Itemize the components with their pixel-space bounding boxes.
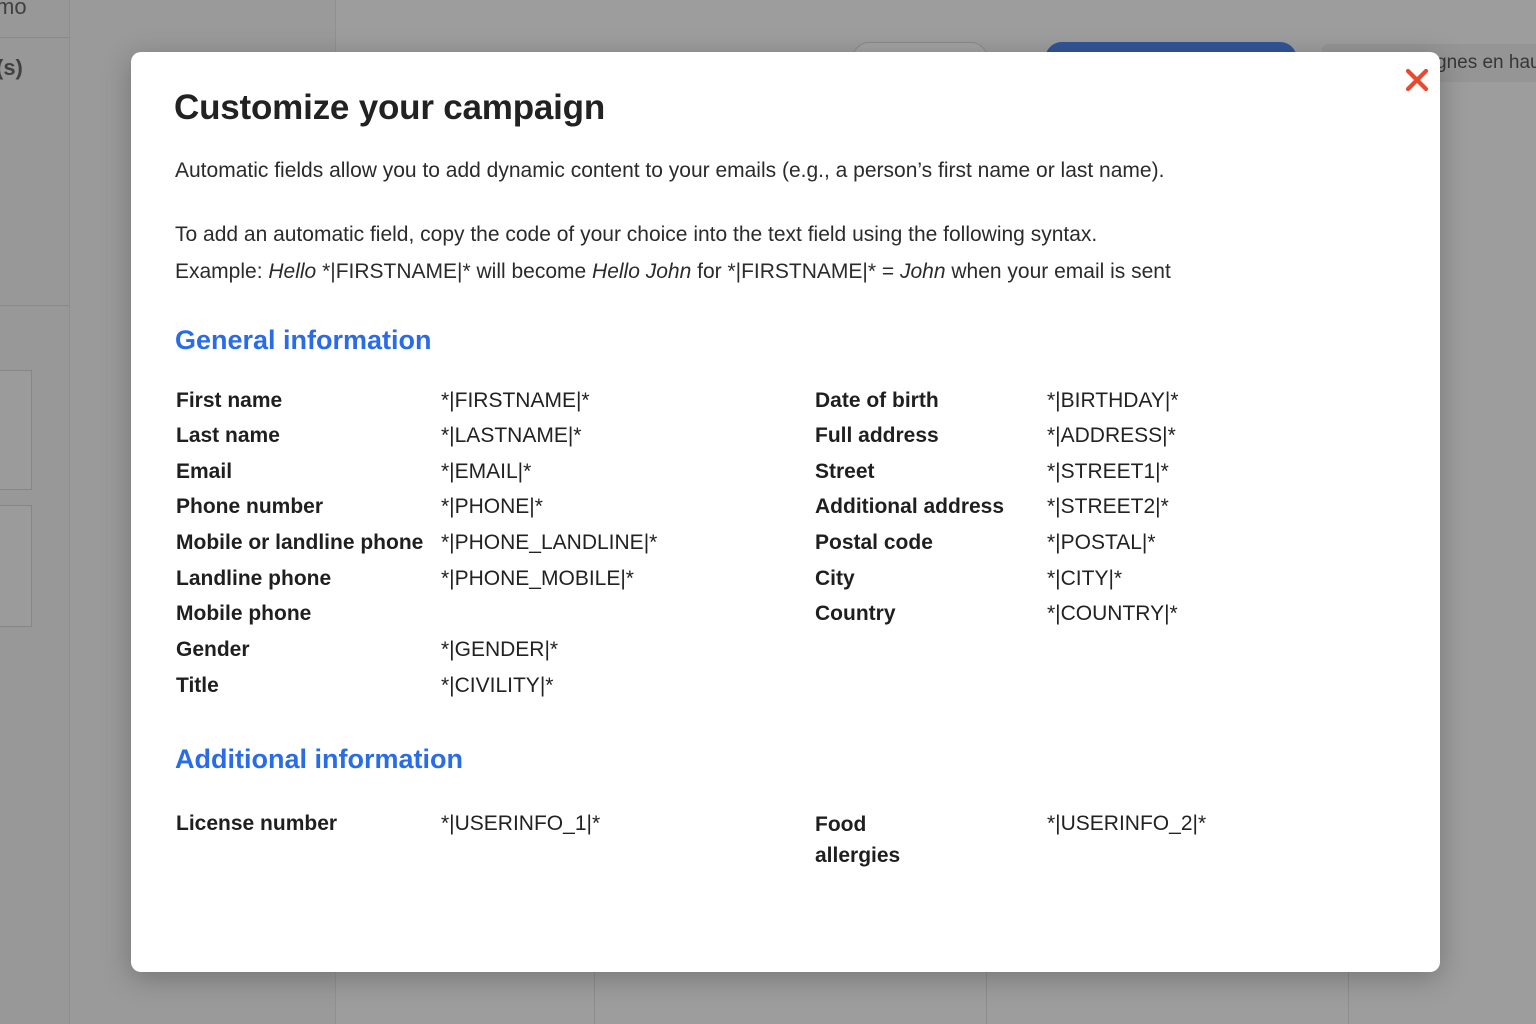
field-code-birthday[interactable]: *|BIRTHDAY|*: [1047, 388, 1179, 414]
example-suffix: when your email is sent: [945, 260, 1171, 283]
field-label-phone-number: Phone number: [176, 495, 324, 518]
field-code-city[interactable]: *|CITY|*: [1047, 566, 1122, 592]
field-label-street: Street: [815, 460, 875, 483]
field-code-street2[interactable]: *|STREET2|*: [1047, 494, 1169, 520]
field-code-lastname[interactable]: *|LASTNAME|*: [441, 423, 581, 449]
syntax-line: To add an automatic field, copy the code…: [175, 223, 1098, 246]
field-code-firstname[interactable]: *|FIRSTNAME|*: [441, 388, 590, 414]
field-code-country[interactable]: *|COUNTRY|*: [1047, 601, 1178, 627]
syntax-example: Example: Hello *|FIRSTNAME|* will become…: [175, 253, 1355, 290]
customize-campaign-modal: Customize your campaign Automatic fields…: [131, 52, 1440, 972]
example-john: John: [899, 260, 946, 283]
field-label-email: Email: [176, 460, 233, 483]
field-code-address[interactable]: *|ADDRESS|*: [1047, 423, 1176, 449]
field-code-gender[interactable]: *|GENDER|*: [441, 637, 558, 663]
field-label-first-name: First name: [176, 389, 283, 412]
field-code-phone[interactable]: *|PHONE|*: [441, 494, 543, 520]
field-label-last-name: Last name: [176, 424, 280, 447]
field-code-email[interactable]: *|EMAIL|*: [441, 459, 531, 485]
field-label-postal-code: Postal code: [815, 531, 933, 554]
additional-information-heading: Additional information: [175, 744, 463, 774]
example-prefix: Example:: [175, 260, 269, 283]
field-label-mobile-phone: Mobile phone: [176, 602, 312, 625]
example-hello: Hello: [268, 260, 317, 283]
field-code-civility[interactable]: *|CIVILITY|*: [441, 673, 553, 699]
field-label-landline-phone: Landline phone: [176, 567, 332, 590]
field-label-gender: Gender: [176, 638, 250, 661]
field-label-date-of-birth: Date of birth: [815, 389, 939, 412]
field-label-mobile-or-landline: Mobile or landline phone: [176, 531, 424, 554]
field-code-userinfo-1[interactable]: *|USERINFO_1|*: [441, 811, 600, 837]
field-label-food-allergies: Food allergies: [815, 813, 901, 867]
general-information-heading: General information: [175, 325, 432, 355]
intro-text: Automatic fields allow you to add dynami…: [175, 159, 1165, 182]
syntax-instructions: To add an automatic field, copy the code…: [175, 216, 1355, 290]
field-label-license-number: License number: [176, 812, 338, 835]
field-label-full-address: Full address: [815, 424, 939, 447]
field-label-title: Title: [176, 674, 219, 697]
field-code-street1[interactable]: *|STREET1|*: [1047, 459, 1169, 485]
example-hello-john: Hello John: [592, 260, 692, 283]
field-label-city: City: [815, 567, 855, 590]
field-label-country: Country: [815, 602, 896, 625]
field-code-userinfo-2[interactable]: *|USERINFO_2|*: [1047, 811, 1206, 837]
field-code-phone-landline[interactable]: *|PHONE_LANDLINE|*: [441, 530, 657, 556]
modal-title: Customize your campaign: [174, 88, 606, 127]
example-for: for *|FIRSTNAME|* =: [691, 260, 900, 283]
close-button[interactable]: [1401, 64, 1433, 96]
close-x-icon: [1405, 68, 1429, 92]
example-code: *|FIRSTNAME|*: [316, 260, 477, 283]
field-code-phone-mobile[interactable]: *|PHONE_MOBILE|*: [441, 566, 634, 592]
field-code-postal[interactable]: *|POSTAL|*: [1047, 530, 1156, 556]
example-will-become: will become: [476, 260, 593, 283]
field-label-additional-address: Additional address: [815, 495, 1005, 518]
